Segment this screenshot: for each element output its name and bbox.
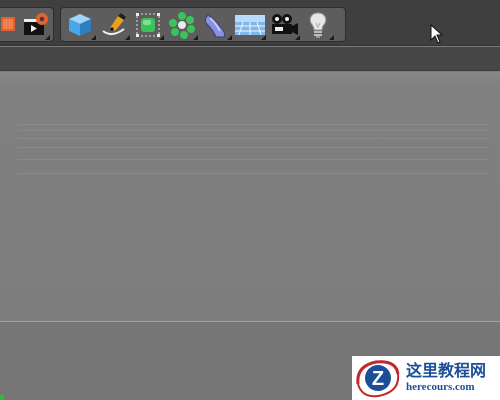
array-cloner-button[interactable]: [165, 9, 199, 41]
site-watermark: Z 这里教程网 herecours.com: [352, 356, 500, 400]
render-button[interactable]: [0, 9, 22, 41]
viewport-grid-band: [18, 124, 488, 125]
object-tool-group: [60, 7, 346, 42]
render-settings-button[interactable]: [22, 9, 51, 41]
watermark-title: 这里教程网: [406, 361, 487, 380]
subdivision-surface-button[interactable]: [131, 9, 165, 41]
watermark-logo: Z: [352, 356, 404, 400]
watermark-text: 这里教程网 herecours.com: [406, 362, 486, 394]
render-icon: [1, 16, 16, 31]
viewport-grid-band: [18, 147, 488, 148]
c4d-application-window: Z 这里教程网 herecours.com: [0, 0, 500, 400]
submenu-indicator: [227, 34, 232, 40]
render-tool-group: [0, 7, 54, 42]
viewport-grid-band: [18, 159, 488, 160]
deformer-button[interactable]: [199, 9, 233, 41]
world-axis-indicator: [0, 395, 4, 400]
watermark-url: herecours.com: [406, 381, 475, 393]
submenu-indicator: [295, 34, 300, 40]
perspective-viewport[interactable]: [0, 72, 500, 400]
submenu-indicator: [193, 34, 198, 40]
light-button[interactable]: [301, 9, 335, 41]
pen-tool-button[interactable]: [97, 9, 131, 41]
viewport-grid-band: [18, 173, 488, 174]
submenu-indicator: [159, 34, 164, 40]
logo-letter: Z: [372, 368, 384, 390]
viewport-grid-band: [18, 138, 488, 139]
submenu-indicator: [45, 34, 50, 40]
cube-icon: [69, 13, 91, 36]
bend-icon: [204, 13, 226, 37]
light-bulb-icon: [309, 11, 327, 38]
z-logo-icon: Z: [356, 360, 400, 398]
submenu-indicator: [125, 34, 130, 40]
submenu-indicator: [329, 34, 334, 40]
camera-button[interactable]: [267, 9, 301, 41]
viewport-grid-band: [18, 130, 488, 131]
viewport-header-strip: [0, 47, 500, 71]
floor-button[interactable]: [233, 9, 267, 41]
cube-tool-button[interactable]: [63, 9, 97, 41]
main-toolbar: [0, 0, 500, 46]
pen-icon: [102, 12, 126, 35]
submenu-indicator: [261, 34, 266, 40]
mouse-pointer-icon: [430, 24, 444, 44]
subdivision-cube-icon: [136, 12, 160, 37]
array-icon: [169, 11, 195, 39]
submenu-indicator: [91, 34, 96, 40]
